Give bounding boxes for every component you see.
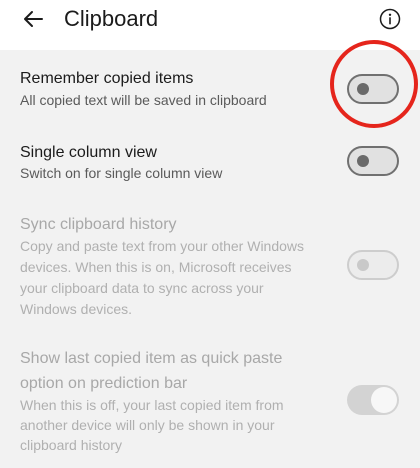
setting-description-line: your clipboard data to sync across your <box>20 280 264 296</box>
setting-sync-clipboard-history: Sync clipboard history Copy and paste te… <box>0 214 420 324</box>
setting-description-line: When this is off, your last copied item … <box>20 397 284 413</box>
setting-title-line: option on prediction bar <box>20 375 188 392</box>
setting-single-column-view[interactable]: Single column view Switch on for single … <box>0 141 420 191</box>
setting-title: Remember copied items <box>20 70 194 87</box>
toggle-knob <box>357 155 369 167</box>
info-icon[interactable] <box>379 8 401 30</box>
setting-title: Single column view <box>20 144 157 161</box>
toggle-knob <box>371 387 397 413</box>
setting-description-line: Windows devices. <box>20 301 133 317</box>
setting-description-line: devices. When this is on, Microsoft rece… <box>20 259 292 275</box>
setting-description: All copied text will be saved in clipboa… <box>20 92 267 108</box>
setting-title: Sync clipboard history <box>20 216 177 233</box>
setting-description-line: clipboard history <box>20 437 122 453</box>
highlight-annotation-circle <box>330 40 418 128</box>
page-title: Clipboard <box>64 6 159 31</box>
setting-quick-paste-prediction-bar: Show last copied item as quick paste opt… <box>0 348 420 463</box>
setting-description-line: another device will only be shown in you… <box>20 417 275 433</box>
single-column-view-toggle[interactable] <box>347 146 399 176</box>
toggle-knob <box>357 259 369 271</box>
setting-title-line: Show last copied item as quick paste <box>20 350 283 367</box>
setting-description-line: Copy and paste text from your other Wind… <box>20 238 305 254</box>
setting-description: Switch on for single column view <box>20 165 223 181</box>
sync-clipboard-history-toggle <box>347 250 399 280</box>
quick-paste-toggle <box>347 385 399 415</box>
arrow-back-icon[interactable] <box>20 6 46 32</box>
